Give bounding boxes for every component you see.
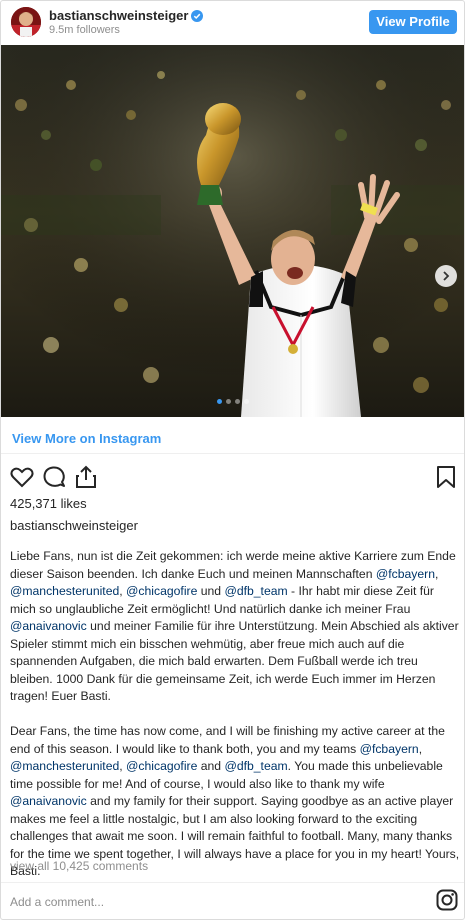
username-row: bastianschweinsteiger bbox=[49, 8, 204, 25]
share-icon[interactable] bbox=[73, 464, 99, 490]
mention-link[interactable]: @manchesterunited bbox=[10, 759, 119, 773]
chevron-right-icon bbox=[443, 271, 450, 281]
add-comment-input[interactable]: Add a comment... bbox=[10, 895, 104, 909]
view-profile-button[interactable]: View Profile bbox=[369, 10, 457, 34]
caption-english: Dear Fans, the time has now come, and I … bbox=[10, 724, 460, 878]
avatar[interactable] bbox=[11, 7, 41, 37]
instagram-embed: bastianschweinsteiger 9.5m followers Vie… bbox=[0, 0, 465, 920]
divider bbox=[1, 882, 464, 883]
bookmark-icon[interactable] bbox=[433, 464, 459, 490]
mention-link[interactable]: @fcbayern bbox=[376, 567, 435, 581]
mention-link[interactable]: @dfb_team bbox=[224, 584, 287, 598]
heart-icon[interactable] bbox=[9, 464, 35, 490]
mention-link[interactable]: @manchesterunited bbox=[10, 584, 119, 598]
carousel-dot bbox=[216, 399, 222, 404]
username-link[interactable]: bastianschweinsteiger bbox=[49, 8, 188, 23]
caption-german: Liebe Fans, nun ist die Zeit gekommen: i… bbox=[10, 549, 459, 703]
verified-badge-icon bbox=[191, 10, 204, 25]
action-bar bbox=[1, 461, 464, 491]
post-photo[interactable] bbox=[1, 45, 464, 417]
follower-count: 9.5m followers bbox=[49, 24, 120, 36]
mention-link[interactable]: @chicagofire bbox=[126, 759, 197, 773]
mention-link[interactable]: @anaivanovic bbox=[10, 794, 87, 808]
divider bbox=[1, 453, 464, 454]
like-count: 425,371 likes bbox=[10, 496, 87, 511]
mention-link[interactable]: @dfb_team bbox=[224, 759, 287, 773]
carousel-dot bbox=[234, 399, 240, 404]
mention-link[interactable]: @chicagofire bbox=[126, 584, 197, 598]
post-caption: Liebe Fans, nun ist die Zeit gekommen: i… bbox=[10, 548, 460, 881]
mention-link[interactable]: @fcbayern bbox=[360, 742, 419, 756]
view-comments-link[interactable]: view all 10,425 comments bbox=[10, 859, 148, 873]
carousel-next-button[interactable] bbox=[435, 265, 457, 287]
carousel-dot bbox=[243, 399, 249, 404]
instagram-icon[interactable] bbox=[436, 889, 458, 911]
post-header: bastianschweinsteiger 9.5m followers Vie… bbox=[1, 1, 464, 45]
comment-icon[interactable] bbox=[41, 464, 67, 490]
carousel-dot bbox=[225, 399, 231, 404]
view-more-link[interactable]: View More on Instagram bbox=[12, 431, 161, 446]
post-author[interactable]: bastianschweinsteiger bbox=[10, 518, 138, 533]
mention-link[interactable]: @anaivanovic bbox=[10, 619, 87, 633]
carousel-indicator bbox=[1, 399, 464, 404]
